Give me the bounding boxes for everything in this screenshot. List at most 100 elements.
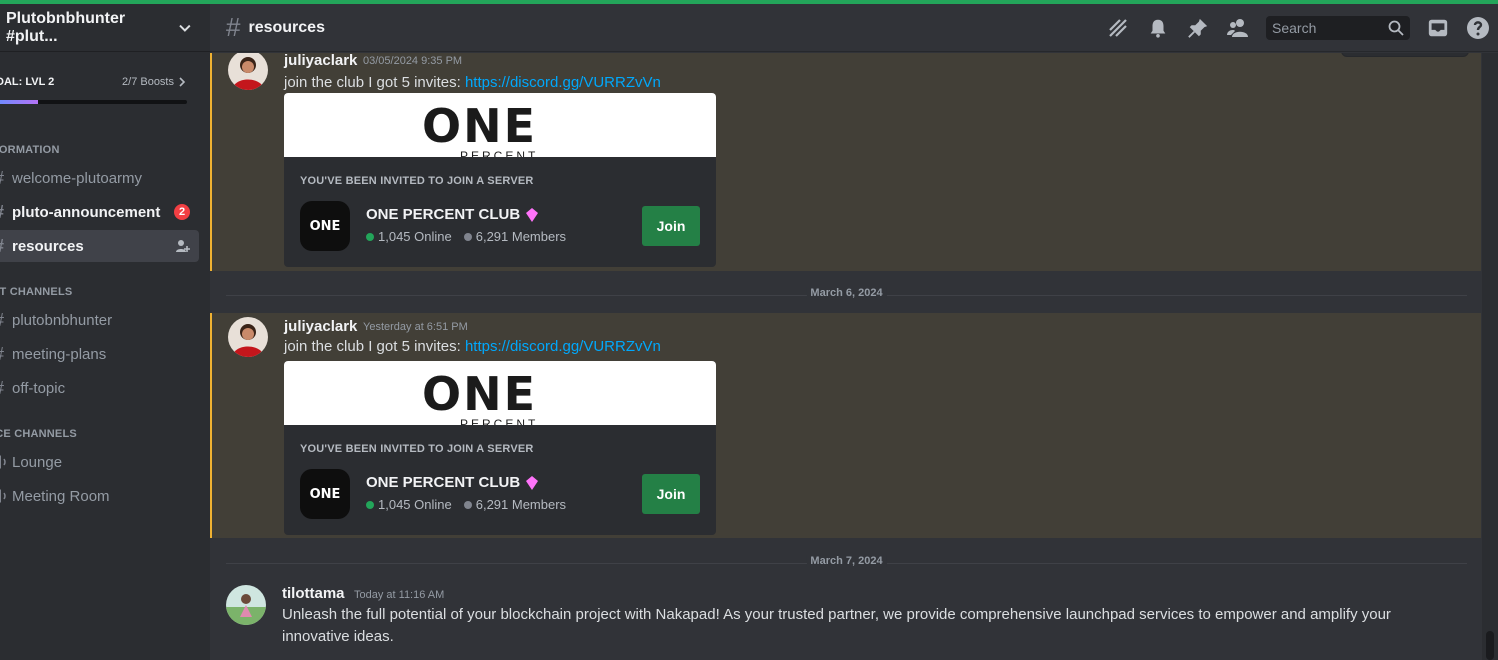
channel-announcement[interactable]: # pluto-announcement 2 <box>0 196 199 228</box>
channel-off-topic[interactable]: # off-topic <box>0 372 199 404</box>
invite-label: YOU'VE BEEN INVITED TO JOIN A SERVER <box>300 443 534 455</box>
message-text: join the club I got 5 invites: <box>284 338 465 355</box>
message-actions-bar[interactable] <box>1341 53 1469 57</box>
hash-icon: # <box>0 344 12 365</box>
boost-count-label: 2/7 Boosts <box>122 76 174 88</box>
hash-icon: # <box>0 202 12 223</box>
username[interactable]: juliyaclark <box>284 53 357 69</box>
username[interactable]: juliyaclark <box>284 318 357 335</box>
online-dot-icon <box>366 232 374 241</box>
scrollbar-thumb[interactable] <box>1486 631 1494 660</box>
hash-icon: # <box>0 310 12 331</box>
server-banner: ONE PERCENT <box>284 93 716 157</box>
guild-icon: ONE <box>300 469 350 519</box>
hash-icon: # <box>0 378 12 399</box>
hash-icon: # <box>0 168 12 189</box>
banner-subtext: PERCENT <box>460 417 539 425</box>
guild-name-label: ONE PERCENT CLUB <box>366 206 521 223</box>
channel-header: # resources Search <box>210 4 1498 52</box>
chevron-down-icon <box>179 24 191 32</box>
channel-label: plutobnbhunter <box>12 311 113 329</box>
channel-label: off-topic <box>12 379 66 397</box>
category-text-channels[interactable]: XT CHANNELS <box>0 286 72 298</box>
channel-label: pluto-announcement <box>12 203 161 221</box>
guild-name: ONE PERCENT CLUB <box>366 474 539 491</box>
invite-link[interactable]: https://discord.gg/VURRZvVn <box>465 74 661 91</box>
boost-gem-icon <box>526 475 539 490</box>
channel-title: resources <box>248 18 325 36</box>
avatar[interactable] <box>226 585 266 625</box>
join-button[interactable]: Join <box>642 474 700 514</box>
pin-icon[interactable] <box>1186 16 1210 40</box>
hash-icon: # <box>226 12 241 42</box>
search-icon <box>1388 20 1404 36</box>
online-count: 1,045 Online <box>378 497 452 512</box>
banner-logo-text: ONE <box>422 99 538 153</box>
message[interactable]: juliyaclark 03/05/2024 9:35 PM join the … <box>210 53 1481 271</box>
banner-logo-text: ONE <box>422 367 538 421</box>
timestamp: Yesterday at 6:51 PM <box>363 321 468 333</box>
invite-label: YOU'VE BEEN INVITED TO JOIN A SERVER <box>300 175 534 187</box>
category-voice-channels[interactable]: ICE CHANNELS <box>0 428 77 440</box>
date-divider-label: March 7, 2024 <box>806 555 887 567</box>
channel-label: resources <box>12 237 84 255</box>
members-dot-icon <box>463 232 472 241</box>
channel-label: Meeting Room <box>12 487 110 505</box>
bell-icon[interactable] <box>1146 16 1170 40</box>
chevron-right-icon <box>179 77 186 87</box>
avatar[interactable] <box>228 53 268 90</box>
hash-icon: # <box>0 236 12 257</box>
threads-icon[interactable] <box>1106 16 1130 40</box>
date-divider: March 7, 2024 <box>226 555 1467 567</box>
voice-channel-meeting-room[interactable]: Meeting Room <box>0 480 199 512</box>
members-icon[interactable] <box>1226 16 1250 40</box>
voice-channel-lounge[interactable]: Lounge <box>0 446 199 478</box>
category-information[interactable]: FORMATION <box>0 144 60 156</box>
server-name: Plutobnbhunter #plut... <box>6 9 126 45</box>
guild-icon-text: ONE <box>309 486 341 502</box>
guild-icon-text: ONE <box>309 218 341 234</box>
boost-gem-icon <box>526 207 539 222</box>
guild-stats: 1,045 Online 6,291 Members <box>366 497 566 512</box>
message-text: Unleash the full potential of your block… <box>282 606 1391 645</box>
boost-bar-fill <box>0 100 39 104</box>
server-header[interactable]: Plutobnbhunter #plut... <box>0 4 210 52</box>
join-button[interactable]: Join <box>642 206 700 246</box>
mention-badge: 2 <box>174 204 190 220</box>
timestamp: 03/05/2024 9:35 PM <box>363 55 463 67</box>
invite-link[interactable]: https://discord.gg/VURRZvVn <box>465 338 661 355</box>
message[interactable]: juliyaclark Yesterday at 6:51 PM join th… <box>210 313 1481 538</box>
message-text: join the club I got 5 invites: <box>284 74 465 91</box>
invite-embed: ONE PERCENT YOU'VE BEEN INVITED TO JOIN … <box>284 93 716 267</box>
channel-plutobnbhunter[interactable]: # plutobnbhunter <box>0 304 199 336</box>
message-content: join the club I got 5 invites: https://d… <box>284 72 1444 94</box>
members-dot-icon <box>463 500 472 509</box>
channel-label: welcome-plutoarmy <box>12 169 143 187</box>
banner-subtext: PERCENT <box>460 149 539 157</box>
avatar[interactable] <box>228 317 268 357</box>
guild-name-label: ONE PERCENT CLUB <box>366 474 521 491</box>
channel-label: Lounge <box>12 453 63 471</box>
guild-stats: 1,045 Online 6,291 Members <box>366 229 566 244</box>
help-icon[interactable] <box>1466 16 1490 40</box>
channel-sidebar: Plutobnbhunter #plut... DAL: LVL 2 2/7 B… <box>0 4 210 660</box>
username[interactable]: tilottama <box>282 585 345 602</box>
channel-welcome[interactable]: # welcome-plutoarmy <box>0 162 199 194</box>
boost-count: 2/7 Boosts <box>122 76 186 88</box>
scrollbar[interactable] <box>1482 53 1498 660</box>
message-content: join the club I got 5 invites: https://d… <box>284 336 1444 358</box>
add-member-icon[interactable] <box>175 238 191 254</box>
inbox-icon[interactable] <box>1426 16 1450 40</box>
message-list: juliyaclark 03/05/2024 9:35 PM join the … <box>210 53 1498 660</box>
channel-meeting-plans[interactable]: # meeting-plans <box>0 338 199 370</box>
channel-resources[interactable]: # resources <box>0 230 199 262</box>
channel-label: meeting-plans <box>12 345 107 363</box>
boost-progress[interactable]: DAL: LVL 2 2/7 Boosts <box>0 66 196 106</box>
timestamp: Today at 11:16 AM <box>354 589 445 601</box>
speaker-icon <box>0 453 12 471</box>
search-input[interactable]: Search <box>1266 16 1410 40</box>
member-count: 6,291 Members <box>475 497 567 512</box>
boost-bar <box>0 100 187 104</box>
message[interactable]: tilottama Today at 11:16 AM Unleash the … <box>210 581 1481 660</box>
member-count: 6,291 Members <box>475 229 567 244</box>
